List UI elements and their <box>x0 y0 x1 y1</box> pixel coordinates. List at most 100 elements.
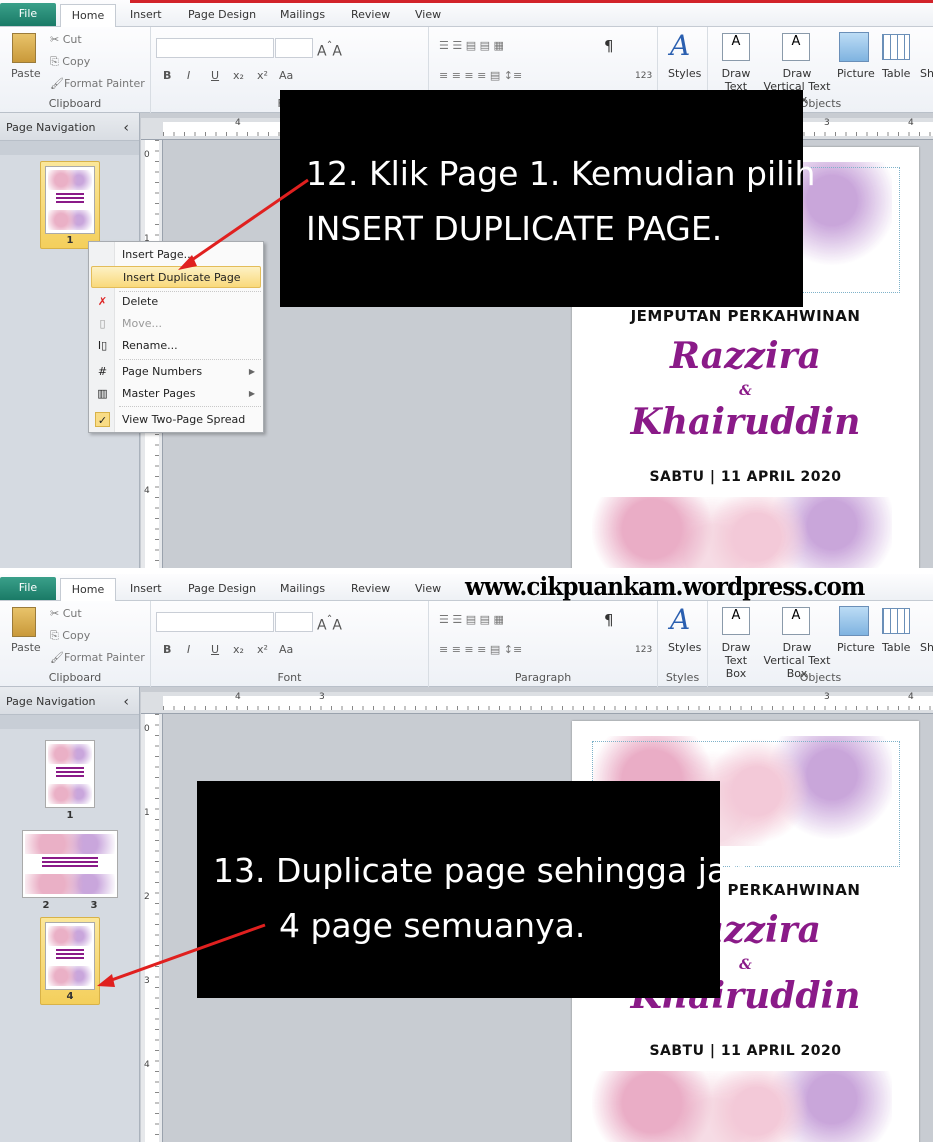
tab-insert[interactable]: Insert <box>122 578 170 601</box>
italic-button[interactable]: I <box>187 69 190 82</box>
menu-item-delete[interactable]: ✗ Delete <box>91 291 261 313</box>
cut-label: Cut <box>62 607 82 620</box>
collapse-icon[interactable]: ‹ <box>123 687 129 717</box>
grow-font-icon[interactable]: AˆA <box>317 39 342 60</box>
bullets-icon[interactable]: ☰ ☰ ▤ ▤ ▦ <box>439 39 504 52</box>
bullets-icon[interactable]: ☰ ☰ ▤ ▤ ▦ <box>439 613 504 626</box>
paste-icon <box>12 33 36 63</box>
cut-label: Cut <box>62 33 82 46</box>
menu-item-view-two-page-spread[interactable]: ✓ View Two-Page Spread <box>91 409 261 431</box>
menu-item-move[interactable]: ▯ Move... <box>91 313 261 335</box>
tab-review[interactable]: Review <box>343 4 398 27</box>
picture-button[interactable]: Picture <box>837 67 875 80</box>
tab-view[interactable]: View <box>407 4 449 27</box>
vertical-ruler[interactable]: 0 1 2 3 4 <box>141 714 163 1142</box>
font-name-dropdown[interactable] <box>156 612 274 632</box>
red-top-bar <box>130 0 933 3</box>
submenu-arrow-icon: ▶ <box>248 367 255 376</box>
collapse-icon[interactable]: ‹ <box>123 113 129 143</box>
table-button[interactable]: Table <box>882 67 910 80</box>
menu-item-page-numbers[interactable]: # Page Numbers ▶ <box>91 361 261 383</box>
wedding-date[interactable]: SABTU | 11 APRIL 2020 <box>572 1043 919 1059</box>
font-label: Font <box>277 671 302 684</box>
bold-button[interactable]: B <box>163 643 171 656</box>
copy-button[interactable]: ⎘ Copy <box>50 55 90 69</box>
nav-expand-bar[interactable] <box>0 141 139 155</box>
font-name-dropdown[interactable] <box>156 38 274 58</box>
paragraph-group: ☰ ☰ ▤ ▤ ▦ ¶ ≡ ≡ ≡ ≡ ▤ ↕≡ 123 Paragraph <box>429 601 658 687</box>
numbers-button[interactable]: 123 <box>635 645 652 655</box>
table-button[interactable]: Table <box>882 641 910 654</box>
horizontal-ruler[interactable]: 4 3 3 4 <box>141 692 933 714</box>
tab-home[interactable]: Home <box>60 578 116 601</box>
change-case-button[interactable]: Aa <box>279 69 293 82</box>
menu-item-insert-page[interactable]: Insert Page... <box>91 244 261 266</box>
tab-file[interactable]: File <box>0 3 56 26</box>
tab-file[interactable]: File <box>0 577 56 600</box>
page-navigation-header: Page Navigation ‹ <box>0 687 139 715</box>
ruler-tick-label: 2 <box>144 892 150 902</box>
ruler-tick-label: 4 <box>235 118 241 128</box>
table-icon <box>882 34 910 60</box>
invitation-title[interactable]: JEMPUTAN PERKAHWINAN <box>572 307 919 325</box>
grow-font-icon[interactable]: AˆA <box>317 613 342 634</box>
pilcrow-button[interactable]: ¶ <box>604 611 614 629</box>
page-thumbnail-1[interactable] <box>45 740 95 808</box>
paste-button[interactable]: Paste <box>11 67 41 80</box>
tab-view[interactable]: View <box>407 578 449 601</box>
tab-mailings[interactable]: Mailings <box>272 4 333 27</box>
page-thumbnail-1-selected[interactable]: 1 <box>40 161 100 249</box>
tab-page-design[interactable]: Page Design <box>180 578 264 601</box>
menu-label: Rename... <box>122 339 178 352</box>
step-13-screenshot: File Home Insert Page Design Mailings Re… <box>0 574 933 1142</box>
copy-button[interactable]: ⎘ Copy <box>50 629 90 643</box>
font-size-dropdown[interactable] <box>275 38 313 58</box>
cut-button[interactable]: ✂ Cut <box>50 607 82 620</box>
wedding-date[interactable]: SABTU | 11 APRIL 2020 <box>572 469 919 485</box>
menu-label: Move... <box>122 317 162 330</box>
styles-button[interactable]: Styles <box>668 641 701 654</box>
tab-page-design[interactable]: Page Design <box>180 4 264 27</box>
format-painter-button[interactable]: 🖌Format Painter <box>50 651 145 664</box>
shapes-button[interactable]: Sh <box>920 67 933 80</box>
groom-name[interactable]: Khairuddin <box>572 401 919 443</box>
underline-button[interactable]: U <box>211 643 219 656</box>
change-case-button[interactable]: Aa <box>279 643 293 656</box>
bold-button[interactable]: B <box>163 69 171 82</box>
italic-button[interactable]: I <box>187 643 190 656</box>
superscript-button[interactable]: x² <box>257 643 268 656</box>
underline-button[interactable]: U <box>211 69 219 82</box>
ampersand[interactable]: & <box>572 383 919 399</box>
menu-item-master-pages[interactable]: ▥ Master Pages ▶ <box>91 383 261 405</box>
styles-button[interactable]: Styles <box>668 67 701 80</box>
numbers-button[interactable]: 123 <box>635 71 652 81</box>
align-icons[interactable]: ≡ ≡ ≡ ≡ ▤ ↕≡ <box>439 69 522 82</box>
tab-home[interactable]: Home <box>60 4 116 27</box>
shapes-button[interactable]: Sh <box>920 641 933 654</box>
subscript-button[interactable]: x₂ <box>233 643 244 656</box>
paste-button[interactable]: Paste <box>11 641 41 654</box>
menu-item-insert-duplicate-page[interactable]: Insert Duplicate Page <box>91 266 261 288</box>
cut-button[interactable]: ✂ Cut <box>50 33 82 46</box>
menu-item-rename[interactable]: I▯ Rename... <box>91 335 261 357</box>
subscript-button[interactable]: x₂ <box>233 69 244 82</box>
submenu-arrow-icon: ▶ <box>248 389 255 398</box>
tab-mailings[interactable]: Mailings <box>272 578 333 601</box>
instruction-callout: 12. Klik Page 1. Kemudian pilih INSERT D… <box>280 90 815 307</box>
pilcrow-button[interactable]: ¶ <box>604 37 614 55</box>
tab-insert[interactable]: Insert <box>122 4 170 27</box>
bride-name[interactable]: Razzira <box>572 335 919 377</box>
align-icons[interactable]: ≡ ≡ ≡ ≡ ▤ ↕≡ <box>439 643 522 656</box>
callout-line-2: 4 page semuanya. <box>279 906 586 945</box>
font-size-dropdown[interactable] <box>275 612 313 632</box>
page-thumbnail-4-selected[interactable]: 4 <box>40 917 100 1005</box>
table-icon <box>882 608 910 634</box>
page-thumbnail-2-3-spread[interactable] <box>22 830 118 898</box>
superscript-button[interactable]: x² <box>257 69 268 82</box>
format-painter-button[interactable]: 🖌Format Painter <box>50 77 145 90</box>
picture-button[interactable]: Picture <box>837 641 875 654</box>
nav-expand-bar[interactable] <box>0 715 139 729</box>
tab-review[interactable]: Review <box>343 578 398 601</box>
vertical-text-box-icon: A <box>782 607 810 635</box>
styles-label: Styles <box>665 671 700 684</box>
